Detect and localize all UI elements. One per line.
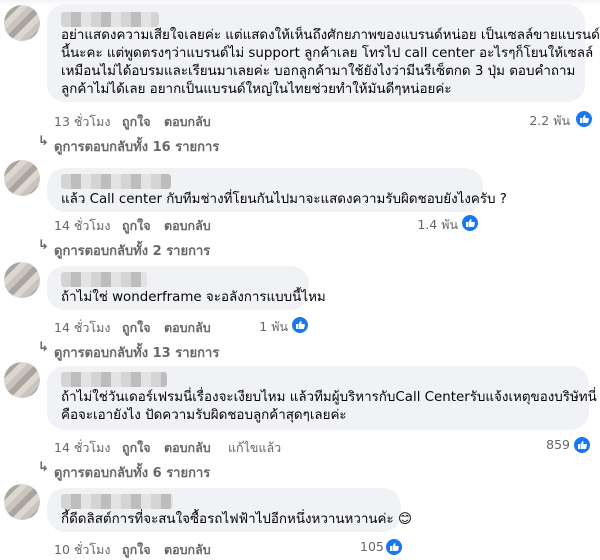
- thumbs-up-icon: [290, 315, 310, 335]
- reaction-count: 1 พัน: [259, 319, 288, 334]
- view-replies-label: ดูการตอบกลับทั้ง 16 รายการ: [54, 140, 220, 155]
- reaction-count: 105: [360, 539, 384, 554]
- timestamp[interactable]: 14 ชั่วโมง: [54, 318, 110, 338]
- reply-arrow-icon: ↳: [38, 134, 49, 149]
- view-replies-link[interactable]: ↳ ดูการตอบกลับทั้ง 6 รายการ: [38, 460, 211, 483]
- reaction-count: 1.4 พัน: [417, 217, 458, 232]
- comment-bubble: ถ้าไม่ใช่ wonderframe จะอลังการแบบนี้ไหม: [47, 266, 326, 310]
- author-name[interactable]: [61, 272, 147, 287]
- reaction-summary[interactable]: 1.4 พัน: [380, 213, 480, 234]
- reaction-count: 859: [546, 437, 570, 452]
- view-replies-link[interactable]: ↳ ดูการตอบกลับทั้ง 13 รายการ: [38, 340, 220, 363]
- reaction-summary[interactable]: 105: [340, 537, 410, 558]
- thumbs-up-icon: [572, 435, 592, 455]
- reply-button[interactable]: ตอบกลับ: [164, 318, 211, 338]
- comment-line: ถ้าไม่ใช่ wonderframe จะอลังการแบบนี้ไหม: [61, 290, 326, 305]
- edited-label: แก้ไขแล้ว: [228, 440, 282, 455]
- like-button[interactable]: ถูกใจ: [122, 540, 151, 560]
- view-replies-link[interactable]: ↳ ดูการตอบกลับทั้ง 2 รายการ: [38, 238, 211, 261]
- comment-bubble: ถ้าไม่ใช่วันเดอร์เฟรมนี่เรื่องจะเงียบไหม…: [47, 366, 597, 430]
- timestamp[interactable]: 14 ชั่วโมง: [54, 216, 110, 236]
- timestamp[interactable]: 14 ชั่วโมง: [54, 438, 110, 458]
- reply-button[interactable]: ตอบกลับ: [164, 438, 211, 458]
- avatar[interactable]: [4, 5, 40, 41]
- timestamp[interactable]: 10 ชั่วโมง: [54, 540, 110, 560]
- reply-arrow-icon: ↳: [38, 340, 49, 355]
- avatar[interactable]: [4, 262, 40, 298]
- comment-line: ลูกค้าไม่ได้เลย อยากเป็นแบรนด์ใหญ่ในไทยช…: [61, 82, 452, 97]
- reply-arrow-icon: ↳: [38, 460, 49, 475]
- view-replies-label: ดูการตอบกลับทั้ง 2 รายการ: [54, 244, 211, 259]
- comment-bubble: อย่าแสดงความเสียใจเลยค่ะ แต่แสดงให้เห็นถ…: [47, 4, 600, 102]
- thumbs-up-icon: [460, 213, 480, 233]
- view-replies-label: ดูการตอบกลับทั้ง 13 รายการ: [54, 346, 220, 361]
- author-name[interactable]: [61, 494, 173, 509]
- thumbs-up-icon: [384, 537, 404, 557]
- author-name[interactable]: [61, 174, 171, 189]
- reply-button[interactable]: ตอบกลับ: [164, 112, 211, 132]
- avatar[interactable]: [4, 362, 40, 398]
- comment-line: กี้ดีดลิสต์การที่จะสนใจซื้อรถไฟฟ้าไปอีกห…: [61, 512, 412, 527]
- reaction-summary[interactable]: 859: [520, 435, 600, 456]
- comment-line: คือจะเอายังไง ปัดความรับผิดชอบลูกค้าสุดๆ…: [61, 408, 347, 423]
- reply-button[interactable]: ตอบกลับ: [164, 216, 211, 236]
- comment-bubble: กี้ดีดลิสต์การที่จะสนใจซื้อรถไฟฟ้าไปอีกห…: [47, 488, 412, 532]
- reply-button[interactable]: ตอบกลับ: [164, 540, 211, 560]
- comment-line: นี้นะคะ แต่พูดตรงๆว่าแบรนด์ไม่ support ล…: [61, 46, 594, 61]
- reaction-summary[interactable]: 1 พัน: [220, 315, 310, 336]
- timestamp[interactable]: 13 ชั่วโมง: [54, 112, 110, 132]
- like-button[interactable]: ถูกใจ: [122, 216, 151, 236]
- reaction-summary[interactable]: 2.2 พัน: [500, 109, 600, 130]
- avatar[interactable]: [4, 484, 40, 520]
- thumbs-up-icon: [574, 109, 594, 129]
- reply-arrow-icon: ↳: [38, 238, 49, 253]
- comment-line: แล้ว Call center กับทีมช่างที่โยนกันไปมา…: [61, 192, 507, 207]
- view-replies-label: ดูการตอบกลับทั้ง 6 รายการ: [54, 466, 211, 481]
- comment-bubble: แล้ว Call center กับทีมช่างที่โยนกันไปมา…: [47, 168, 507, 212]
- author-name[interactable]: [61, 372, 167, 387]
- author-name[interactable]: [61, 12, 159, 27]
- view-replies-link[interactable]: ↳ ดูการตอบกลับทั้ง 16 รายการ: [38, 134, 220, 157]
- like-button[interactable]: ถูกใจ: [122, 112, 151, 132]
- avatar[interactable]: [4, 160, 40, 196]
- comment-line: อย่าแสดงความเสียใจเลยค่ะ แต่แสดงให้เห็นถ…: [61, 28, 600, 43]
- comment-line: เหมือนไม่ได้อบรมและเรียนมาเลยค่ะ บอกลูกค…: [61, 64, 576, 79]
- like-button[interactable]: ถูกใจ: [122, 438, 151, 458]
- like-button[interactable]: ถูกใจ: [122, 318, 151, 338]
- reaction-count: 2.2 พัน: [529, 113, 570, 128]
- comment-line: ถ้าไม่ใช่วันเดอร์เฟรมนี่เรื่องจะเงียบไหม…: [61, 390, 597, 405]
